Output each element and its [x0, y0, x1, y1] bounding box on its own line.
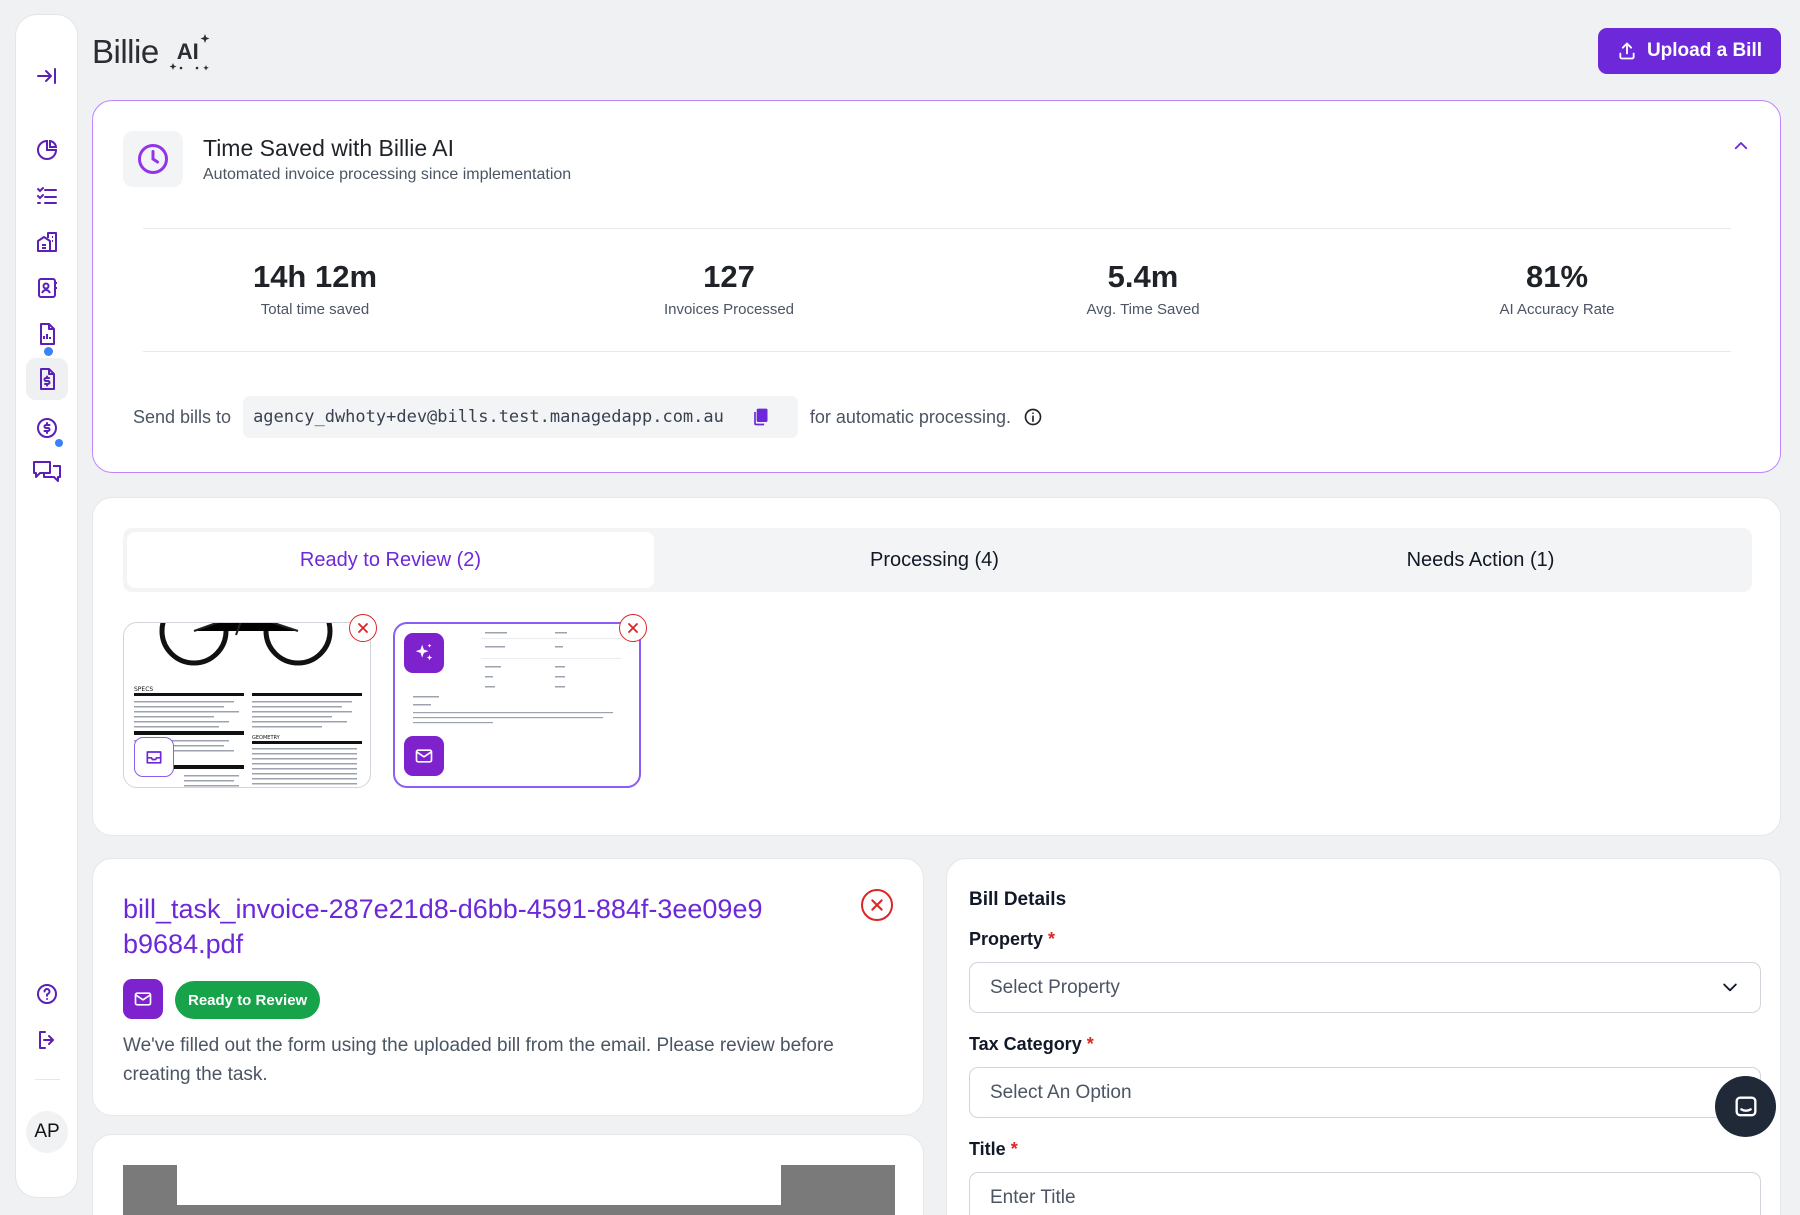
- tax-category-select[interactable]: Select An Option: [969, 1067, 1761, 1118]
- expand-sidebar-icon[interactable]: [33, 62, 61, 90]
- email-icon: [404, 736, 444, 776]
- upload-bill-label: Upload a Bill: [1646, 40, 1763, 61]
- inbound-email-address[interactable]: agency_dwhoty+dev@bills.test.managedapp.…: [253, 407, 724, 427]
- divider: [143, 351, 1731, 352]
- time-saved-title: Time Saved with Billie AI: [203, 135, 454, 161]
- bill-details-form: Bill Details Property * Select Property …: [946, 858, 1781, 1215]
- tab-ready-to-review[interactable]: Ready to Review (2): [127, 532, 654, 588]
- status-badge: Ready to Review: [175, 981, 321, 1019]
- title-input[interactable]: Enter Title: [969, 1172, 1761, 1215]
- tax-category-label-text: Tax Category: [969, 1034, 1082, 1054]
- chat-bubble-icon: [1735, 1096, 1756, 1116]
- required-marker: *: [1086, 1034, 1094, 1054]
- pdf-page: [177, 1165, 781, 1205]
- stat-ai-accuracy-rate: 81% AI Accuracy Rate: [1407, 259, 1707, 318]
- send-bills-prefix: Send bills to: [133, 406, 232, 427]
- divider: [143, 228, 1731, 229]
- svg-text:SPECS: SPECS: [134, 686, 153, 693]
- pie-chart-icon[interactable]: [33, 136, 61, 164]
- property-label-text: Property: [969, 929, 1044, 949]
- chevron-down-icon: [1720, 977, 1740, 997]
- sidebar-divider: [35, 1079, 60, 1080]
- stat-label: Invoices Processed: [663, 301, 795, 318]
- bill-thumbnail[interactable]: SPECS GEOMETRY: [123, 622, 371, 788]
- invoice-icon[interactable]: [26, 358, 68, 400]
- collapse-chevron-icon[interactable]: [1732, 137, 1750, 155]
- stat-label: Avg. Time Saved: [1086, 301, 1200, 318]
- info-icon[interactable]: [1023, 407, 1043, 427]
- remove-thumbnail-button[interactable]: [349, 614, 377, 642]
- stat-value: 81%: [1525, 259, 1589, 294]
- selected-bill-card: bill_task_invoice-287e21d8-d6bb-4591-884…: [92, 858, 924, 1116]
- svg-text:GEOMETRY: GEOMETRY: [252, 735, 281, 741]
- stat-label: AI Accuracy Rate: [1499, 301, 1615, 318]
- upload-bill-button[interactable]: Upload a Bill: [1598, 28, 1781, 74]
- send-bills-row: Send bills to agency_dwhoty+dev@bills.te…: [133, 396, 1043, 438]
- close-bill-button[interactable]: [861, 889, 893, 921]
- bill-file-name[interactable]: bill_task_invoice-287e21d8-d6bb-4591-884…: [123, 892, 763, 962]
- upload-icon: [1619, 42, 1635, 60]
- tab-needs-action[interactable]: Needs Action (1): [1217, 532, 1744, 588]
- chat-icon[interactable]: [31, 456, 63, 488]
- property-select[interactable]: Select Property: [969, 962, 1761, 1013]
- required-marker: *: [1048, 929, 1056, 949]
- brand-name: Billie: [92, 33, 159, 70]
- send-bills-suffix: for automatic processing.: [809, 406, 1011, 427]
- tax-category-label: Tax Category *: [969, 1034, 1094, 1055]
- avatar-initials: AP: [34, 1121, 60, 1142]
- title-label-text: Title: [969, 1139, 1006, 1159]
- contact-card-icon[interactable]: [33, 274, 61, 302]
- required-marker: *: [1010, 1139, 1018, 1159]
- property-select-placeholder: Select Property: [990, 976, 1120, 998]
- tab-processing[interactable]: Processing (4): [671, 532, 1198, 588]
- checklist-icon[interactable]: [33, 182, 61, 210]
- ai-sparkle-logo: AI: [169, 32, 213, 72]
- notification-dot: [55, 439, 63, 447]
- clock-icon: [123, 131, 183, 187]
- notification-dot: [44, 347, 53, 356]
- copy-icon[interactable]: [750, 407, 770, 427]
- support-chat-button[interactable]: [1715, 1076, 1776, 1137]
- inbound-email-box: agency_dwhoty+dev@bills.test.managedapp.…: [243, 396, 798, 438]
- close-icon: [871, 899, 883, 911]
- bill-details-title: Bill Details: [969, 889, 1067, 910]
- dollar-circle-icon[interactable]: [33, 414, 61, 442]
- stat-avg-time-saved: 5.4m Avg. Time Saved: [993, 259, 1293, 318]
- stat-value: 127: [703, 259, 755, 294]
- status-tabs: Ready to Review (2) Processing (4) Needs…: [123, 528, 1752, 592]
- bill-queue-card: Ready to Review (2) Processing (4) Needs…: [92, 497, 1781, 836]
- tax-category-placeholder: Select An Option: [990, 1081, 1132, 1103]
- stat-value: 14h 12m: [252, 259, 378, 294]
- title-input-placeholder: Enter Title: [990, 1186, 1076, 1208]
- help-icon[interactable]: [33, 980, 61, 1008]
- avatar[interactable]: AP: [26, 1111, 68, 1153]
- brand-logo: Billie AI: [92, 32, 213, 72]
- close-icon: [358, 623, 368, 633]
- buildings-icon[interactable]: [33, 228, 61, 256]
- ai-sparkle-icon: [404, 633, 444, 673]
- report-icon[interactable]: [33, 320, 61, 348]
- pdf-preview-card: [92, 1134, 924, 1215]
- sidebar: AP: [15, 14, 78, 1198]
- stat-total-time-saved: 14h 12m Total time saved: [165, 259, 465, 318]
- time-saved-subtitle: Automated invoice processing since imple…: [203, 166, 572, 183]
- stat-invoices-processed: 127 Invoices Processed: [579, 259, 879, 318]
- email-source-icon: [123, 979, 163, 1019]
- inbox-icon: [134, 737, 174, 777]
- stat-label: Total time saved: [260, 301, 370, 318]
- logout-icon[interactable]: [33, 1026, 61, 1054]
- property-label: Property *: [969, 929, 1055, 950]
- stat-value: 5.4m: [1107, 259, 1179, 294]
- title-label: Title *: [969, 1139, 1018, 1160]
- bill-description: We've filled out the form using the uplo…: [123, 1035, 834, 1085]
- close-icon: [628, 623, 638, 633]
- bill-thumbnail-selected[interactable]: [393, 622, 641, 788]
- remove-thumbnail-button[interactable]: [619, 614, 647, 642]
- time-saved-card: Time Saved with Billie AI Automated invo…: [92, 100, 1781, 473]
